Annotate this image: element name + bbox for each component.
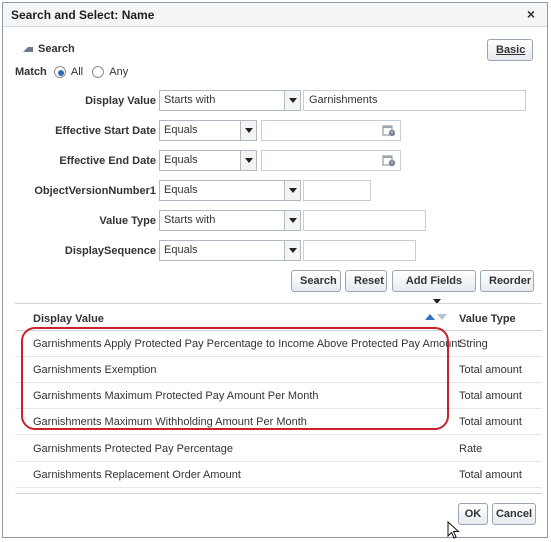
dropdown-arrow-icon[interactable] bbox=[240, 151, 256, 170]
dropdown-arrow-icon[interactable] bbox=[240, 121, 256, 140]
value-type-input[interactable] bbox=[303, 210, 426, 231]
display-value-input[interactable]: Garnishments bbox=[303, 90, 526, 111]
effective-end-date-input[interactable] bbox=[261, 150, 401, 171]
dropdown-arrow-icon[interactable] bbox=[284, 241, 300, 260]
row-value-type: Total amount bbox=[459, 416, 522, 428]
effective-end-date-operator[interactable]: Equals bbox=[159, 150, 257, 171]
effective-start-date-operator-text: Equals bbox=[164, 124, 198, 136]
match-group: Match All Any bbox=[15, 66, 134, 79]
dialog-titlebar: Search and Select: Name × bbox=[3, 3, 547, 27]
display-sequence-operator[interactable]: Equals bbox=[159, 240, 301, 261]
object-version-number-operator[interactable]: Equals bbox=[159, 180, 301, 201]
dropdown-arrow-icon[interactable] bbox=[284, 211, 300, 230]
object-version-number-label: ObjectVersionNumber1 bbox=[34, 185, 156, 197]
value-type-label: Value Type bbox=[99, 215, 156, 227]
search-select-dialog: Search and Select: Name × Search Basic M… bbox=[2, 2, 548, 538]
sort-ascending-icon[interactable] bbox=[425, 314, 435, 320]
match-any-radio[interactable] bbox=[92, 66, 105, 79]
column-header-value-type[interactable]: Value Type bbox=[459, 313, 516, 325]
object-version-number-input[interactable] bbox=[303, 180, 371, 201]
sort-descending-icon[interactable] bbox=[437, 314, 447, 320]
effective-start-date-label: Effective Start Date bbox=[55, 125, 156, 137]
match-label: Match bbox=[15, 66, 47, 78]
close-icon[interactable]: × bbox=[527, 6, 535, 22]
row-value-type: Total amount bbox=[459, 469, 522, 481]
cancel-button[interactable]: Cancel bbox=[492, 503, 536, 525]
dropdown-arrow-icon[interactable] bbox=[284, 91, 300, 110]
mouse-cursor-icon bbox=[447, 521, 460, 539]
row-display-value: Garnishments Replacement Order Amount bbox=[33, 469, 241, 481]
add-fields-label: Add Fields bbox=[405, 275, 463, 287]
display-sequence-input[interactable] bbox=[303, 240, 416, 261]
calendar-icon[interactable] bbox=[382, 124, 396, 137]
match-all-radio[interactable] bbox=[53, 66, 66, 79]
basic-button[interactable]: Basic bbox=[487, 39, 533, 61]
value-type-operator-text: Starts with bbox=[164, 214, 216, 226]
table-row[interactable]: Garnishments Replacement Order Amount To… bbox=[15, 462, 542, 488]
row-value-type: Rate bbox=[459, 443, 483, 455]
dialog-title: Search and Select: Name bbox=[11, 8, 155, 22]
reorder-button[interactable]: Reorder bbox=[480, 270, 534, 292]
effective-end-date-operator-text: Equals bbox=[164, 154, 198, 166]
reset-button[interactable]: Reset bbox=[345, 270, 387, 292]
value-type-operator[interactable]: Starts with bbox=[159, 210, 301, 231]
column-header-display-value[interactable]: Display Value bbox=[33, 313, 104, 325]
search-section-header[interactable]: Search bbox=[23, 43, 75, 55]
calendar-icon[interactable] bbox=[382, 154, 396, 167]
effective-start-date-operator[interactable]: Equals bbox=[159, 120, 257, 141]
dropdown-arrow-icon[interactable] bbox=[284, 181, 300, 200]
footer-divider bbox=[15, 493, 542, 494]
table-row[interactable]: Garnishments Protected Pay Percentage Ra… bbox=[15, 436, 542, 462]
display-value-operator-text: Starts with bbox=[164, 94, 216, 106]
display-value-label: Display Value bbox=[85, 95, 156, 107]
row-value-type: Total amount bbox=[459, 364, 522, 376]
display-sequence-operator-text: Equals bbox=[164, 244, 198, 256]
add-fields-button[interactable]: Add Fields bbox=[392, 270, 476, 304]
row-value-type: Total amount bbox=[459, 390, 522, 402]
search-section-title: Search bbox=[38, 43, 75, 55]
ok-button[interactable]: OK bbox=[458, 503, 488, 525]
display-sequence-label: DisplaySequence bbox=[64, 245, 156, 257]
match-all-label: All bbox=[70, 66, 84, 78]
search-button[interactable]: Search bbox=[291, 270, 341, 292]
effective-end-date-label: Effective End Date bbox=[59, 155, 156, 167]
disclosure-triangle-icon[interactable] bbox=[23, 46, 33, 52]
display-value-operator[interactable]: Starts with bbox=[159, 90, 301, 111]
highlight-annotation bbox=[21, 327, 449, 430]
effective-start-date-input[interactable] bbox=[261, 120, 401, 141]
row-display-value: Garnishments Protected Pay Percentage bbox=[33, 443, 233, 455]
match-any-label: Any bbox=[109, 66, 129, 78]
object-version-number-operator-text: Equals bbox=[164, 184, 198, 196]
row-value-type: String bbox=[459, 338, 488, 350]
